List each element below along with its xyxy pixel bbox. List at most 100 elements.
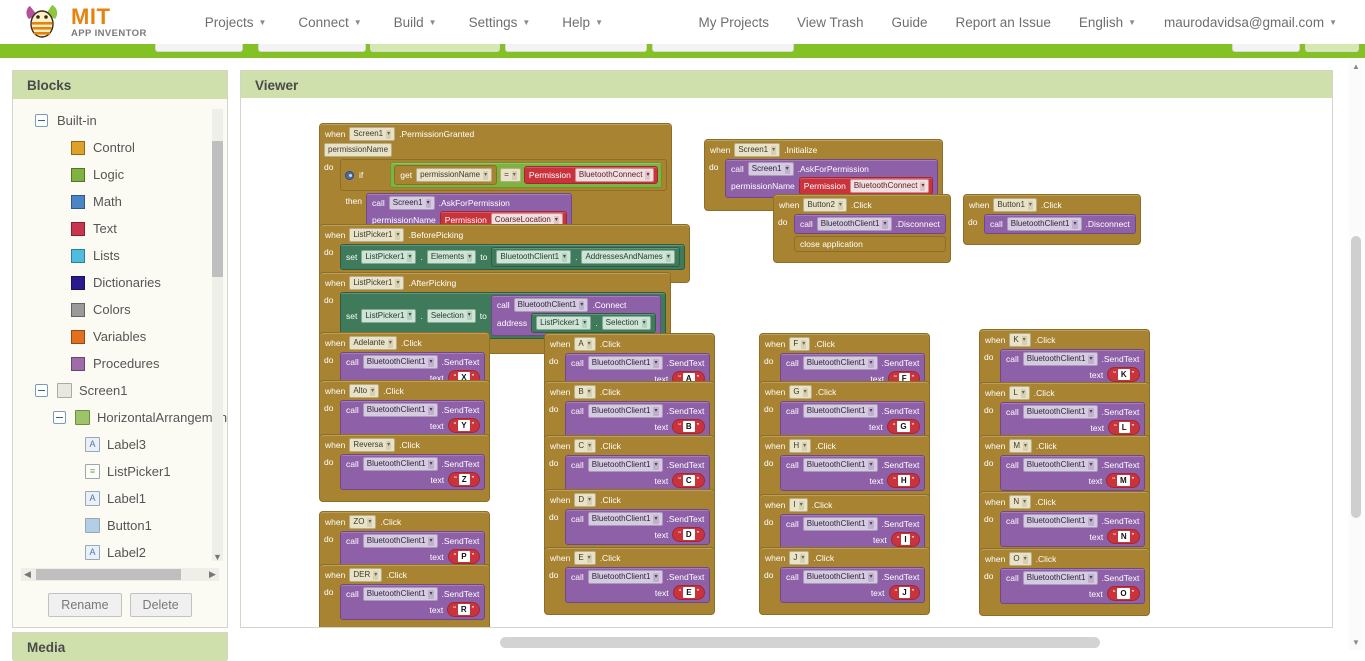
block-call-sendtext[interactable]: callBluetoothClient1.SendTexttext“P” <box>340 531 485 567</box>
rename-button[interactable]: Rename <box>48 593 121 617</box>
toolbar-button-5[interactable] <box>652 44 794 52</box>
block-text-literal[interactable]: “K” <box>1107 367 1140 382</box>
call-component-dropdown[interactable]: BluetoothClient1 <box>803 356 878 370</box>
toolbar-button-blocks[interactable] <box>1305 44 1359 52</box>
block-e-click[interactable]: whenE.ClickdocallBluetoothClient1.SendTe… <box>544 547 715 615</box>
block-permission-constant[interactable]: Permission BluetoothConnect <box>799 177 934 195</box>
sidebar-item-listpicker1[interactable]: ≡ ListPicker1 <box>13 458 227 485</box>
sidebar-item-logic[interactable]: Logic <box>13 161 227 188</box>
call-component-dropdown[interactable]: BluetoothClient1 <box>803 517 878 531</box>
workspace-horizontal-scrollbar[interactable] <box>250 634 1330 650</box>
sidebar-item-text[interactable]: Text <box>13 215 227 242</box>
app-logo[interactable]: MIT APP INVENTOR <box>22 0 147 44</box>
block-call-sendtext[interactable]: callBluetoothClient1.SendTexttext“L” <box>1000 402 1145 438</box>
component-dropdown[interactable]: A <box>574 337 595 351</box>
sidebar-item-dictionaries[interactable]: Dictionaries <box>13 269 227 296</box>
call-component-dropdown[interactable]: BluetoothClient1 <box>817 217 892 231</box>
component-dropdown[interactable]: H <box>789 439 811 453</box>
block-call-sendtext[interactable]: callBluetoothClient1.SendTexttext“E” <box>565 567 710 603</box>
tree-node-horizontalarrangement[interactable]: HorizontalArrangemen <box>13 404 227 431</box>
component-dropdown[interactable]: G <box>789 385 811 399</box>
component-dropdown[interactable]: N <box>1009 495 1031 509</box>
call-component-dropdown[interactable]: BluetoothClient1 <box>363 534 438 548</box>
block-call-sendtext[interactable]: callBluetoothClient1.SendTexttext“C” <box>565 455 710 491</box>
call-component-dropdown[interactable]: BluetoothClient1 <box>588 356 663 370</box>
component-dropdown[interactable]: ZO <box>349 515 376 529</box>
block-call-sendtext[interactable]: callBluetoothClient1.SendTexttext“K” <box>1000 349 1145 385</box>
block-text-literal[interactable]: “C” <box>672 473 705 488</box>
set-property-dropdown[interactable]: Selection <box>427 309 476 323</box>
collapse-icon[interactable] <box>35 114 48 127</box>
block-call-sendtext[interactable]: callBluetoothClient1.SendTexttext“Z” <box>340 454 485 490</box>
block-call-sendtext[interactable]: callBluetoothClient1.SendTexttext“N” <box>1000 511 1145 547</box>
block-text-literal[interactable]: “Z” <box>448 472 480 487</box>
sidebar-item-control[interactable]: Control <box>13 134 227 161</box>
block-text-literal[interactable]: “R” <box>447 602 480 617</box>
block-j-click[interactable]: whenJ.ClickdocallBluetoothClient1.SendTe… <box>759 547 930 615</box>
component-dropdown[interactable]: K <box>1009 333 1030 347</box>
call-component-dropdown[interactable]: BluetoothClient1 <box>588 458 663 472</box>
nav-report-issue[interactable]: Report an Issue <box>942 15 1065 30</box>
nav-settings[interactable]: Settings▼ <box>453 15 547 30</box>
block-call-sendtext[interactable]: callBluetoothClient1.SendTexttext“Y” <box>340 400 485 436</box>
sidebar-item-procedures[interactable]: Procedures <box>13 350 227 377</box>
block-call-sendtext[interactable]: callBluetoothClient1.SendTexttext“I” <box>780 514 925 550</box>
block-text-literal[interactable]: “E” <box>673 585 706 600</box>
component-dropdown[interactable]: M <box>1009 439 1032 453</box>
block-call-sendtext[interactable]: callBluetoothClient1.SendTexttext“H” <box>780 455 925 491</box>
permission-dropdown[interactable]: BluetoothConnect <box>575 168 655 182</box>
block-text-literal[interactable]: “N” <box>1107 529 1140 544</box>
text-literal-value[interactable]: C <box>683 475 695 486</box>
block-text-literal[interactable]: “P” <box>448 549 481 564</box>
component-dropdown[interactable]: I <box>789 498 807 512</box>
block-text-literal[interactable]: “Y” <box>448 418 481 433</box>
nav-connect[interactable]: Connect▼ <box>282 15 377 30</box>
gear-icon[interactable] <box>345 171 354 180</box>
block-text-literal[interactable]: “H” <box>887 473 920 488</box>
permission-dropdown[interactable]: BluetoothConnect <box>850 179 930 193</box>
component-dropdown[interactable]: DER <box>349 568 382 582</box>
sidebar-item-button1[interactable]: Button1 <box>13 512 227 539</box>
arg-component-dropdown[interactable]: ListPicker1 <box>536 316 591 330</box>
block-call-sendtext[interactable]: callBluetoothClient1.SendTexttext“D” <box>565 509 710 545</box>
text-literal-value[interactable]: D <box>683 529 695 540</box>
block-text-literal[interactable]: “O” <box>1107 586 1141 601</box>
block-text-literal[interactable]: “L” <box>1108 420 1140 435</box>
set-component-dropdown[interactable]: ListPicker1 <box>361 309 416 323</box>
component-dropdown[interactable]: Reversa <box>349 438 395 452</box>
call-component-dropdown[interactable]: BluetoothClient1 <box>588 512 663 526</box>
block-call-connect[interactable]: call BluetoothClient1 .Connect address L… <box>491 295 661 336</box>
block-call-sendtext[interactable]: callBluetoothClient1.SendTexttext“G” <box>780 401 925 437</box>
text-literal-value[interactable]: R <box>458 604 470 615</box>
tree-horizontal-scrollbar[interactable]: ◀ ▶ <box>21 568 219 581</box>
component-dropdown[interactable]: J <box>789 551 809 565</box>
block-call-sendtext[interactable]: callBluetoothClient1.SendTexttext“B” <box>565 401 710 437</box>
block-get-variable[interactable]: get permissionName <box>394 165 497 185</box>
block-call-sendtext[interactable]: callBluetoothClient1.SendTexttext“O” <box>1000 568 1145 604</box>
block-if[interactable]: if get permissionName = Permission Bluet… <box>340 159 667 191</box>
toolbar-button-4[interactable] <box>505 44 647 52</box>
call-component-dropdown[interactable]: BluetoothClient1 <box>803 570 878 584</box>
block-call-disconnect[interactable]: call BluetoothClient1 .Disconnect <box>984 214 1136 234</box>
block-call-askforpermission-init[interactable]: call Screen1 .AskForPermission permissio… <box>725 159 938 198</box>
text-literal-value[interactable]: P <box>458 551 469 562</box>
text-literal-value[interactable]: M <box>1117 475 1130 486</box>
toolbar-button-designer[interactable] <box>1232 44 1300 52</box>
block-button1-click[interactable]: when Button1 .Click do call BluetoothCli… <box>963 194 1141 245</box>
component-dropdown[interactable]: D <box>574 493 596 507</box>
scroll-left-icon[interactable]: ◀ <box>21 569 34 580</box>
source-component-dropdown[interactable]: BluetoothClient1 <box>496 250 571 264</box>
block-close-application[interactable]: close application <box>794 236 946 252</box>
workspace-horizontal-scrollbar-thumb[interactable] <box>500 637 1100 648</box>
call-component-dropdown[interactable]: BluetoothClient1 <box>803 404 878 418</box>
nav-my-projects[interactable]: My Projects <box>684 15 783 30</box>
sidebar-item-variables[interactable]: Variables <box>13 323 227 350</box>
toolbar-button-2[interactable] <box>258 44 366 52</box>
sidebar-item-label1[interactable]: A Label1 <box>13 485 227 512</box>
component-dropdown[interactable]: O <box>1009 552 1031 566</box>
component-dropdown[interactable]: E <box>574 551 595 565</box>
call-component-dropdown[interactable]: Screen1 <box>389 196 435 210</box>
source-property-dropdown[interactable]: AddressesAndNames <box>581 250 674 264</box>
blocks-workspace-canvas[interactable]: when Screen1 .PermissionGranted permissi… <box>240 98 1333 628</box>
scroll-down-icon[interactable]: ▼ <box>1349 636 1363 650</box>
